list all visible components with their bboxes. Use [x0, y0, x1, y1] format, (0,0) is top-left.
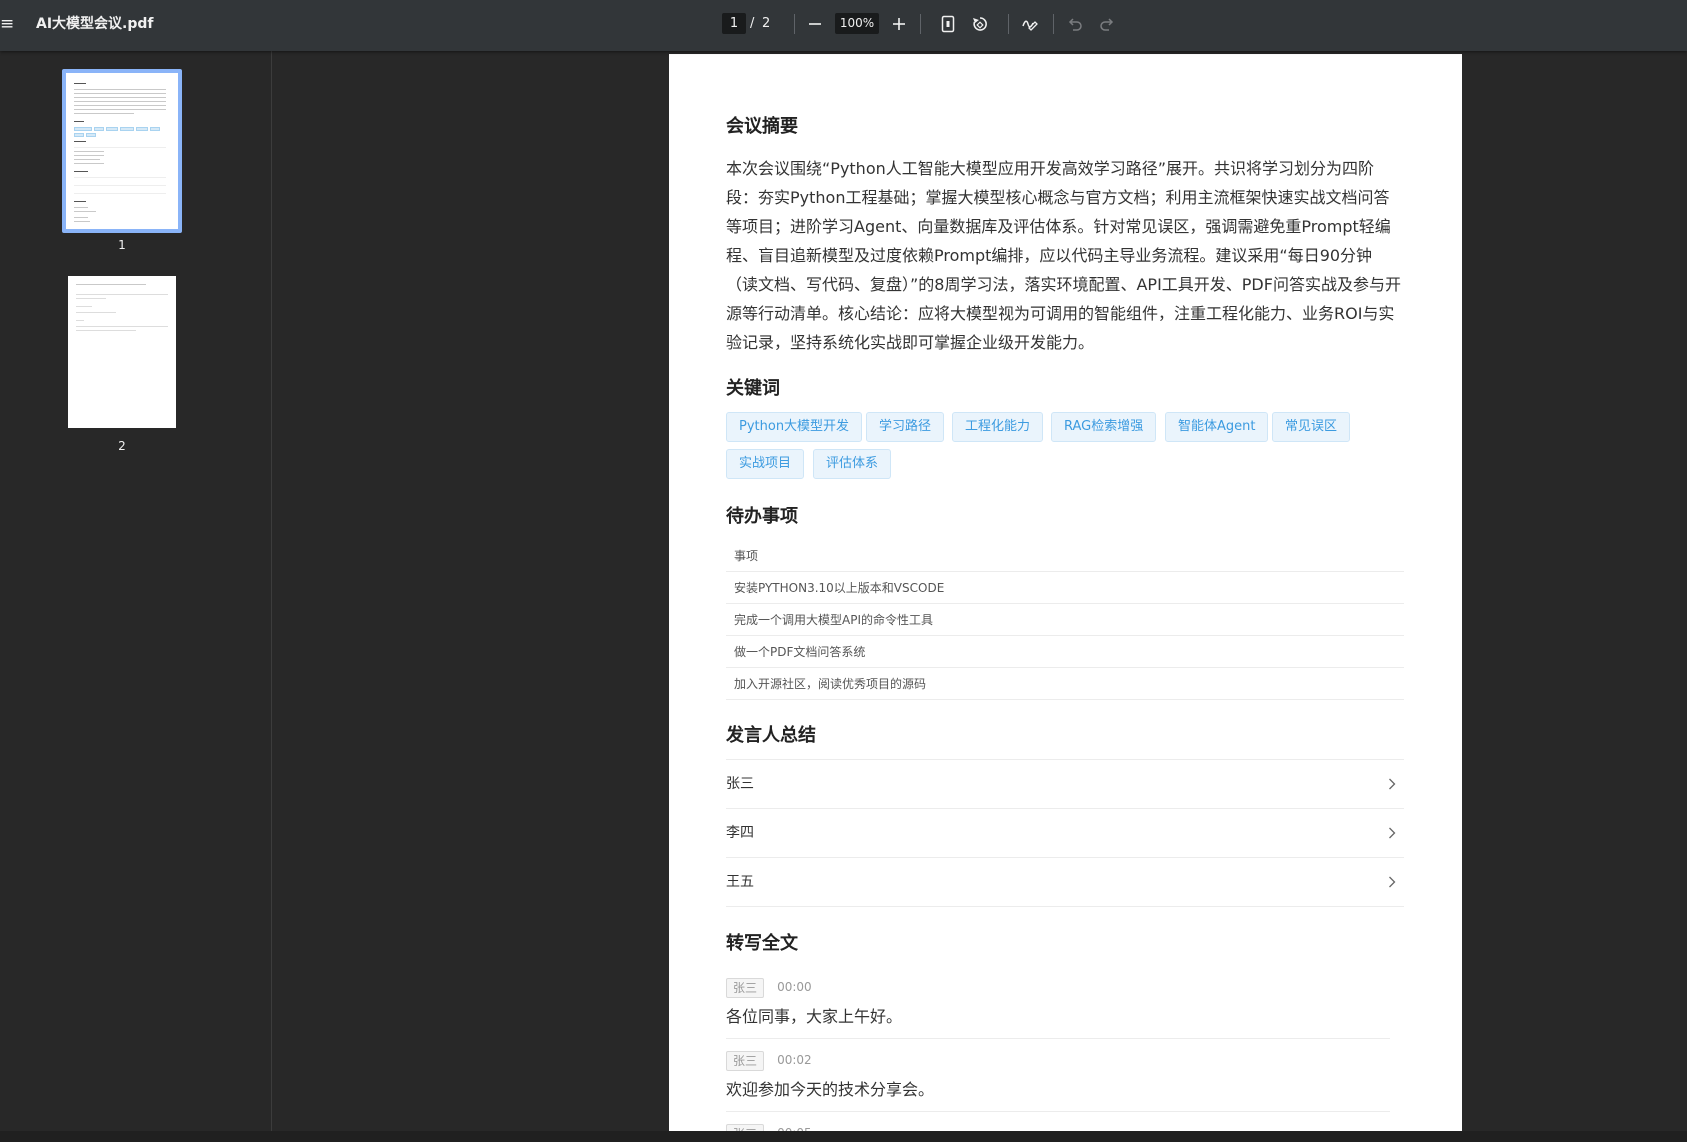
fit-to-page-icon[interactable]: [935, 11, 961, 37]
todo-row: 安装PYTHON3.10以上版本和VSCODE: [726, 572, 1404, 604]
toolbar-divider: [1053, 14, 1054, 34]
speaker-summary-item[interactable]: 王五: [726, 858, 1404, 907]
speaker-summary-item[interactable]: 李四: [726, 809, 1404, 858]
transcript-heading: 转写全文: [726, 933, 798, 954]
speaker-name: 张三: [726, 776, 754, 792]
keyword-tag[interactable]: 智能体Agent: [1165, 412, 1269, 442]
todo-table: 事项 安装PYTHON3.10以上版本和VSCODE 完成一个调用大模型API的…: [726, 540, 1404, 700]
keyword-tag[interactable]: 评估体系: [813, 449, 892, 479]
todo-row: 完成一个调用大模型API的命令性工具: [726, 604, 1404, 636]
keyword-tag[interactable]: RAG检索增强: [1051, 412, 1157, 442]
transcript-entry: 张三 00:00 各位同事，大家上午好。: [726, 977, 1390, 1039]
keyword-tag[interactable]: 工程化能力: [952, 412, 1044, 442]
undo-icon[interactable]: [1062, 11, 1088, 37]
todos-heading: 待办事项: [726, 506, 798, 527]
keyword-tag[interactable]: 常见误区: [1272, 412, 1351, 442]
bottom-strip: [0, 1131, 1687, 1142]
timestamp: 00:02: [777, 1053, 812, 1067]
summary-text: 本次会议围绕“Python人工智能大模型应用开发高效学习路径”展开。共识将学习划…: [726, 159, 1401, 352]
chevron-right-icon: [1388, 760, 1396, 809]
chevron-right-icon: [1388, 858, 1396, 907]
page-total: 2: [762, 16, 771, 31]
todo-row: 做一个PDF文档问答系统: [726, 636, 1404, 668]
zoom-out-icon[interactable]: [802, 11, 828, 37]
transcript-entry: 张三 00:02 欢迎参加今天的技术分享会。: [726, 1050, 1390, 1112]
speaker-summary-item[interactable]: 张三: [726, 760, 1404, 809]
summary-heading: 会议摘要: [726, 116, 798, 137]
speaker-badge: 张三: [726, 1051, 765, 1071]
rotate-icon[interactable]: [967, 11, 993, 37]
thumbnail-label-1: 1: [118, 238, 126, 252]
zoom-in-icon[interactable]: [886, 11, 912, 37]
redo-icon[interactable]: [1094, 11, 1120, 37]
toolbar-divider: [1008, 14, 1009, 34]
document-title: AI大模型会议.pdf: [36, 16, 154, 32]
todo-row: 加入开源社区，阅读优秀项目的源码: [726, 668, 1404, 700]
thumbnail-label-2: 2: [118, 439, 126, 453]
menu-icon[interactable]: ≡: [0, 14, 14, 34]
thumbnail-sidebar: 1 2: [0, 51, 272, 1142]
transcript-text: 欢迎参加今天的技术分享会。: [726, 1080, 935, 1099]
timestamp: 00:00: [777, 980, 812, 994]
page-thumbnail-1[interactable]: [66, 73, 178, 229]
toolbar-divider: [920, 14, 921, 34]
chevron-right-icon: [1388, 809, 1396, 858]
speaker-badge: 张三: [726, 978, 765, 998]
page-separator: /: [750, 16, 755, 31]
page-number-input[interactable]: 1: [722, 13, 746, 34]
pdf-page: 会议摘要 本次会议围绕“Python人工智能大模型应用开发高效学习路径”展开。共…: [669, 54, 1462, 1142]
keyword-tag[interactable]: Python大模型开发: [726, 412, 863, 442]
toolbar: ≡ AI大模型会议.pdf 1 / 2 100%: [0, 0, 1687, 51]
speaker-summary-list: 张三 李四 王五: [726, 759, 1404, 907]
keywords-heading: 关键词: [726, 378, 780, 399]
page-thumbnail-2[interactable]: [68, 276, 176, 428]
keyword-tag[interactable]: 实战项目: [726, 449, 805, 479]
transcript-text: 各位同事，大家上午好。: [726, 1007, 903, 1026]
todo-table-header: 事项: [726, 540, 1404, 572]
toolbar-divider: [794, 14, 795, 34]
speaker-name: 李四: [726, 825, 754, 841]
speaker-name: 王五: [726, 874, 754, 890]
annotate-icon[interactable]: [1017, 11, 1043, 37]
zoom-level-input[interactable]: 100%: [835, 13, 879, 34]
speakers-heading: 发言人总结: [726, 725, 816, 746]
keyword-tag[interactable]: 学习路径: [866, 412, 945, 442]
